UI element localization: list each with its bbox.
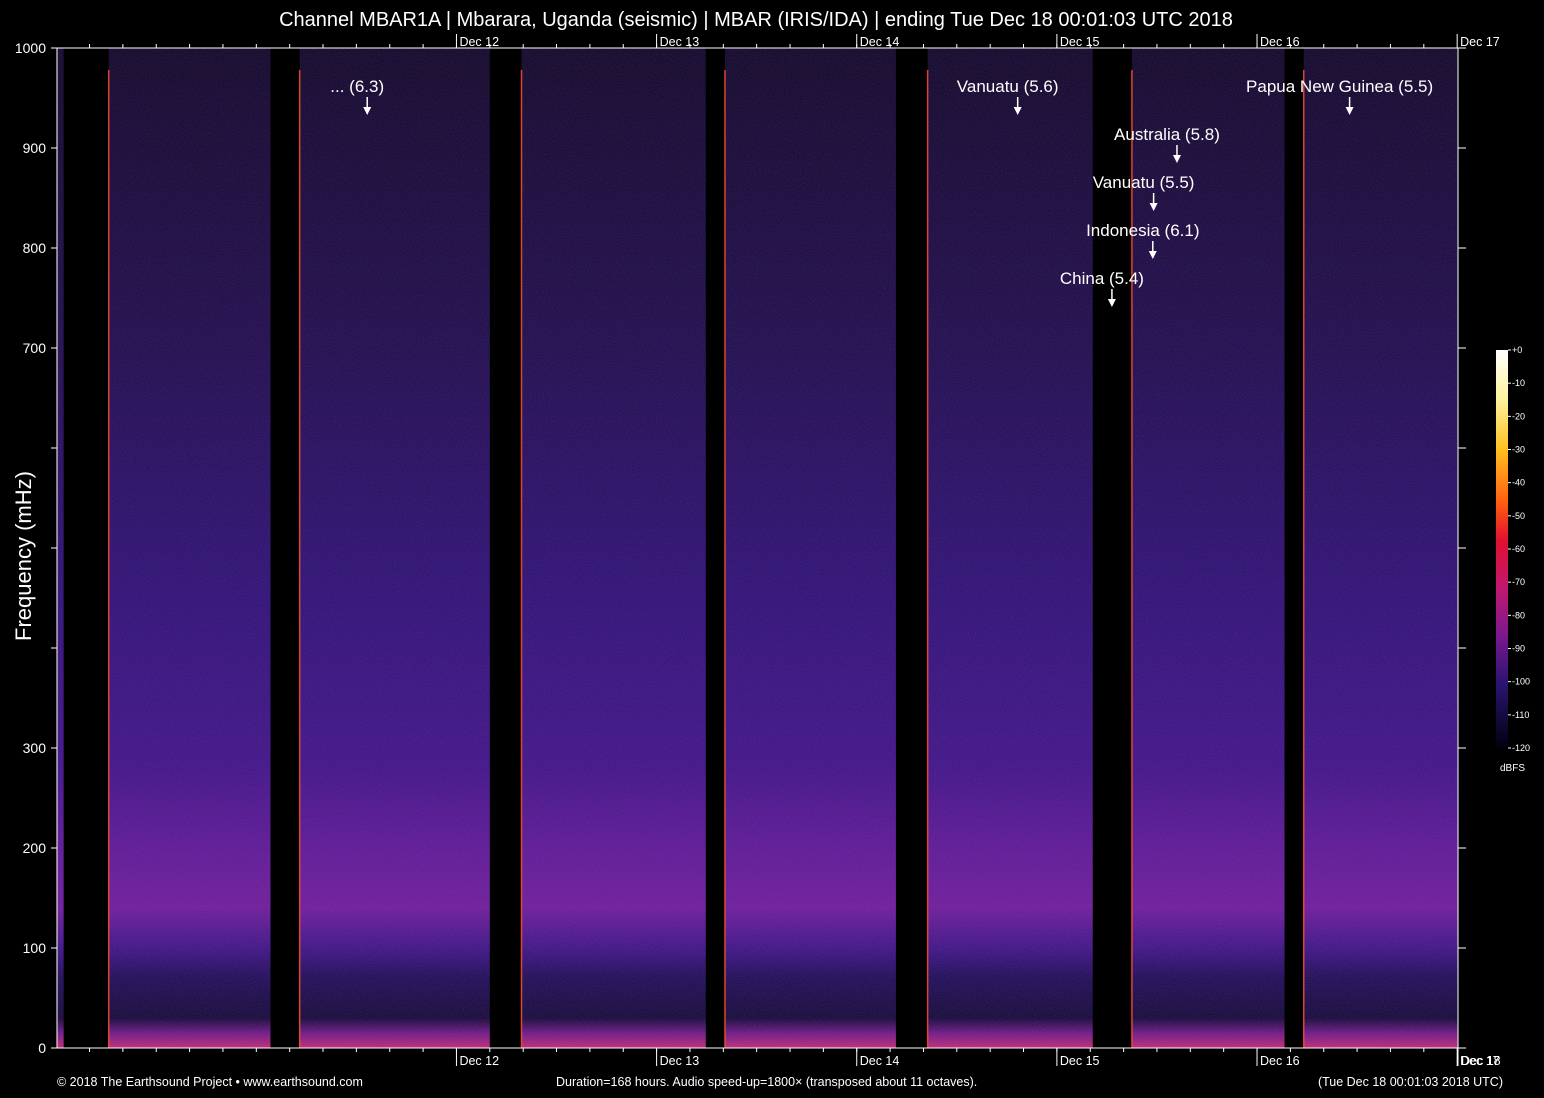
y-tick-label: 200 bbox=[23, 840, 47, 856]
event-label: Australia (5.8) bbox=[1114, 125, 1220, 144]
y-tick-label: 700 bbox=[23, 340, 47, 356]
footer-copyright: © 2018 The Earthsound Project • www.eart… bbox=[57, 1075, 363, 1089]
x-tick-label: Dec 12 bbox=[459, 1054, 499, 1068]
x-tick-label: Dec 18 bbox=[1461, 1054, 1501, 1068]
x-tick-label: Dec 16 bbox=[1260, 1054, 1300, 1068]
y-tick-label: 800 bbox=[23, 240, 47, 256]
y-tick-label: 300 bbox=[23, 740, 47, 756]
colorbar-tick-label: -90 bbox=[1512, 644, 1525, 654]
plot-area bbox=[57, 48, 1458, 1048]
colorbar-gradient bbox=[1496, 350, 1508, 748]
event-label: China (5.4) bbox=[1060, 269, 1144, 288]
x-tick-label-top: Dec 15 bbox=[1060, 35, 1100, 49]
colorbar-tick-label: -20 bbox=[1512, 411, 1525, 421]
colorbar-tick-label: -50 bbox=[1512, 511, 1525, 521]
data-gap bbox=[63, 48, 109, 1048]
event-label: Indonesia (6.1) bbox=[1086, 221, 1199, 240]
colorbar-tick-label: -10 bbox=[1512, 378, 1525, 388]
x-tick-label: Dec 13 bbox=[660, 1054, 700, 1068]
colorbar-tick-label: -30 bbox=[1512, 445, 1525, 455]
y-tick-label: 900 bbox=[23, 140, 47, 156]
colorbar-label: dBFS bbox=[1500, 763, 1525, 774]
y-tick-label: 1000 bbox=[15, 40, 46, 56]
colorbar: +0 -10 -20 -30 -40 -50 -60 -70 -80 -90 -100 -110 -12… bbox=[1496, 345, 1530, 774]
colorbar-tick-label: -70 bbox=[1512, 577, 1525, 587]
colorbar-tick-label: -100 bbox=[1512, 677, 1530, 687]
spectrogram-chart: 0 100 200 300 700 800 900 1000 Dec 12 Dec 13 Dec 1… bbox=[15, 34, 1530, 1068]
x-tick-label: Dec 14 bbox=[860, 1054, 900, 1068]
event-label: ... (6.3) bbox=[330, 77, 384, 96]
event-label: Vanuatu (5.5) bbox=[1093, 173, 1195, 192]
data-gap bbox=[489, 48, 522, 1048]
data-gap bbox=[270, 48, 300, 1048]
y-tick-label: 0 bbox=[38, 1040, 46, 1056]
x-tick-label-top: Dec 16 bbox=[1260, 35, 1300, 49]
footer-timestamp: (Tue Dec 18 00:01:03 2018 UTC) bbox=[1317, 1075, 1503, 1089]
data-gap bbox=[1092, 48, 1132, 1048]
data-gap bbox=[705, 48, 725, 1048]
data-gap bbox=[895, 48, 928, 1048]
x-tick-label: Dec 15 bbox=[1060, 1054, 1100, 1068]
colorbar-tick-label: -110 bbox=[1512, 710, 1529, 720]
colorbar-tick-label: -40 bbox=[1512, 478, 1525, 488]
event-label: Vanuatu (5.6) bbox=[957, 77, 1059, 96]
colorbar-tick-label: +0 bbox=[1512, 345, 1522, 355]
spectrogram-noise bbox=[57, 48, 1458, 1048]
x-tick-label-top: Dec 12 bbox=[459, 35, 499, 49]
footer-duration: Duration=168 hours. Audio speed-up=1800×… bbox=[556, 1075, 978, 1089]
x-tick-label-top: Dec 14 bbox=[860, 35, 900, 49]
x-tick-label-top: Dec 17 bbox=[1460, 35, 1500, 49]
x-tick-label-top: Dec 13 bbox=[660, 35, 700, 49]
colorbar-tick-label: -80 bbox=[1512, 610, 1525, 620]
colorbar-tick-label: -120 bbox=[1512, 743, 1530, 753]
colorbar-tick-label: -60 bbox=[1512, 544, 1525, 554]
y-tick-label: 100 bbox=[23, 940, 47, 956]
data-gap bbox=[1284, 48, 1304, 1048]
event-label: Papua New Guinea (5.5) bbox=[1246, 77, 1433, 96]
